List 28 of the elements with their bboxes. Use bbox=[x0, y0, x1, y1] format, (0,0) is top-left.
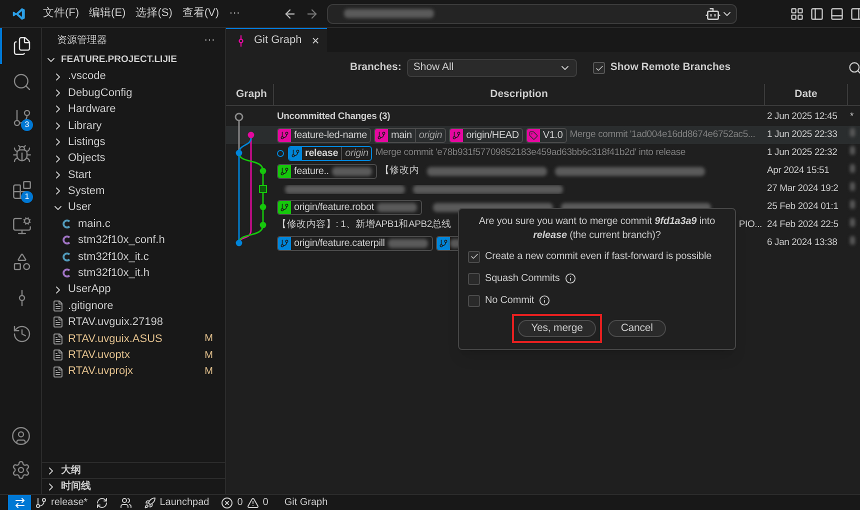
branches-label: Branches: bbox=[350, 60, 402, 76]
date-cell-text: 2 Jun 2025 12:45 bbox=[766, 110, 838, 124]
checkbox-label: Show Remote Branches bbox=[610, 60, 731, 76]
date-cell-text: Apr 2024 15:51 bbox=[766, 164, 830, 178]
count-badge: 1 bbox=[21, 191, 33, 203]
commit-message: Merge commit '1ad004e16dd8674e6752ac5... bbox=[570, 128, 756, 142]
date-cell-text: 1 Jun 2025 22:33 bbox=[766, 128, 838, 142]
modified-status: M bbox=[204, 348, 213, 363]
commit-message: 【修改内容】: 1、新增APB1和APB2总线 bbox=[277, 218, 452, 232]
tab-title: Git Graph bbox=[254, 33, 302, 48]
dialog-message: Are you sure you want to merge commit 9fd1a3a9 into release (the current branch)? bbox=[478, 215, 716, 243]
commit-message: Merge commit 'e78b931f57709852183e459ad63bb6c318f41b2d' into release bbox=[375, 146, 686, 160]
option-label: Create a new commit even if fast-forward is possible bbox=[485, 250, 712, 264]
option-label: No Commit bbox=[485, 294, 534, 308]
commit-message: PIO... bbox=[738, 218, 762, 232]
count-badge: 3 bbox=[21, 119, 33, 131]
option-label: Squash Commits bbox=[485, 272, 560, 286]
uncommitted-title: Uncommitted Changes (3) bbox=[277, 110, 390, 124]
date-cell-text: 1 Jun 2025 22:32 bbox=[766, 146, 838, 160]
date-cell-text: 27 Mar 2024 19:2 bbox=[766, 182, 840, 196]
sidebar-title: 资源管理器 bbox=[57, 34, 107, 48]
date-cell-text: 25 Feb 2024 01:1 bbox=[766, 200, 840, 214]
date-cell-text: 6 Jan 2024 13:38 bbox=[766, 236, 838, 250]
date-cell-text: 24 Feb 2024 22:5 bbox=[766, 218, 840, 232]
commit-message: 【修改内 bbox=[380, 164, 420, 178]
modified-status: M bbox=[204, 365, 213, 380]
modified-status: M bbox=[204, 332, 213, 346]
table-cell-text: * bbox=[849, 110, 854, 124]
